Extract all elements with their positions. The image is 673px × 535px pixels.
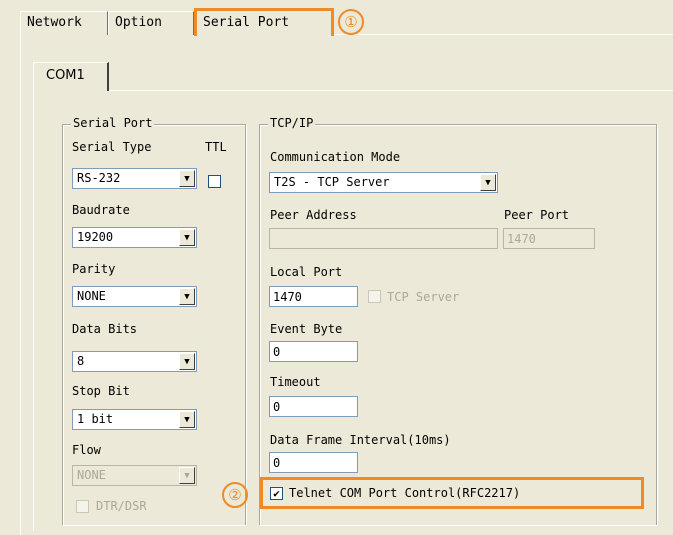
flow-select[interactable]: NONE ▼	[72, 465, 197, 486]
data-frame-interval-label: Data Frame Interval(10ms)	[270, 433, 451, 447]
telnet-com-port-label: Telnet COM Port Control(RFC2217)	[289, 486, 521, 500]
data-bits-label: Data Bits	[72, 322, 138, 336]
communication-mode-value: T2S - TCP Server	[274, 175, 390, 189]
communication-mode-select[interactable]: T2S - TCP Server ▼	[269, 172, 498, 193]
callout-2-icon: ②	[222, 482, 248, 508]
peer-address-input[interactable]	[269, 228, 498, 249]
data-frame-interval-input[interactable]: 0	[269, 452, 358, 473]
chevron-down-icon: ▼	[179, 170, 195, 187]
chevron-down-icon: ▼	[179, 411, 195, 428]
communication-mode-label: Communication Mode	[270, 150, 401, 164]
tab-option[interactable]: Option	[108, 11, 194, 35]
peer-port-label: Peer Port	[504, 208, 570, 222]
event-byte-input[interactable]: 0	[269, 341, 358, 362]
chevron-down-icon: ▼	[179, 353, 195, 370]
tcp-server-label: TCP Server	[387, 290, 460, 304]
stop-bit-select[interactable]: 1 bit ▼	[72, 409, 197, 430]
baudrate-value: 19200	[77, 230, 114, 244]
tcp-server-checkbox[interactable]	[368, 290, 381, 303]
parity-label: Parity	[72, 262, 116, 276]
dtr-dsr-checkbox[interactable]	[76, 500, 89, 513]
local-port-label: Local Port	[270, 265, 343, 279]
ttl-checkbox[interactable]	[208, 175, 221, 188]
ttl-label: TTL	[205, 140, 227, 154]
chevron-down-icon: ▼	[179, 288, 195, 305]
dtr-dsr-label: DTR/DSR	[96, 499, 147, 513]
parity-select[interactable]: NONE ▼	[72, 286, 197, 307]
chevron-down-icon: ▼	[480, 174, 496, 191]
flow-value: NONE	[77, 468, 106, 482]
parity-value: NONE	[77, 289, 106, 303]
baudrate-label: Baudrate	[72, 203, 130, 217]
baudrate-select[interactable]: 19200 ▼	[72, 227, 197, 248]
peer-port-input[interactable]: 1470	[503, 228, 595, 249]
timeout-input[interactable]: 0	[269, 396, 358, 417]
serial-type-select[interactable]: RS-232 ▼	[72, 168, 197, 189]
data-bits-value: 8	[77, 354, 85, 368]
tab-com1[interactable]: COM1	[33, 62, 109, 91]
event-byte-label: Event Byte	[270, 322, 343, 336]
serial-type-label: Serial Type	[72, 140, 152, 154]
flow-label: Flow	[72, 443, 101, 457]
stop-bit-value: 1 bit	[77, 412, 114, 426]
stop-bit-label: Stop Bit	[72, 384, 130, 398]
peer-address-label: Peer Address	[270, 208, 357, 222]
tab-serial-port[interactable]: Serial Port	[194, 8, 334, 36]
timeout-label: Timeout	[270, 375, 321, 389]
chevron-down-icon: ▼	[179, 229, 195, 246]
chevron-down-icon: ▼	[179, 467, 195, 484]
serial-port-group-title: Serial Port	[71, 116, 155, 130]
data-bits-select[interactable]: 8 ▼	[72, 351, 197, 372]
tab-network[interactable]: Network	[20, 11, 108, 35]
serial-type-value: RS-232	[77, 171, 121, 185]
callout-1-icon: ①	[338, 9, 364, 35]
telnet-com-port-checkbox[interactable]: ✔	[270, 487, 283, 500]
tcpip-group-title: TCP/IP	[268, 116, 316, 130]
local-port-input[interactable]: 1470	[269, 286, 358, 307]
